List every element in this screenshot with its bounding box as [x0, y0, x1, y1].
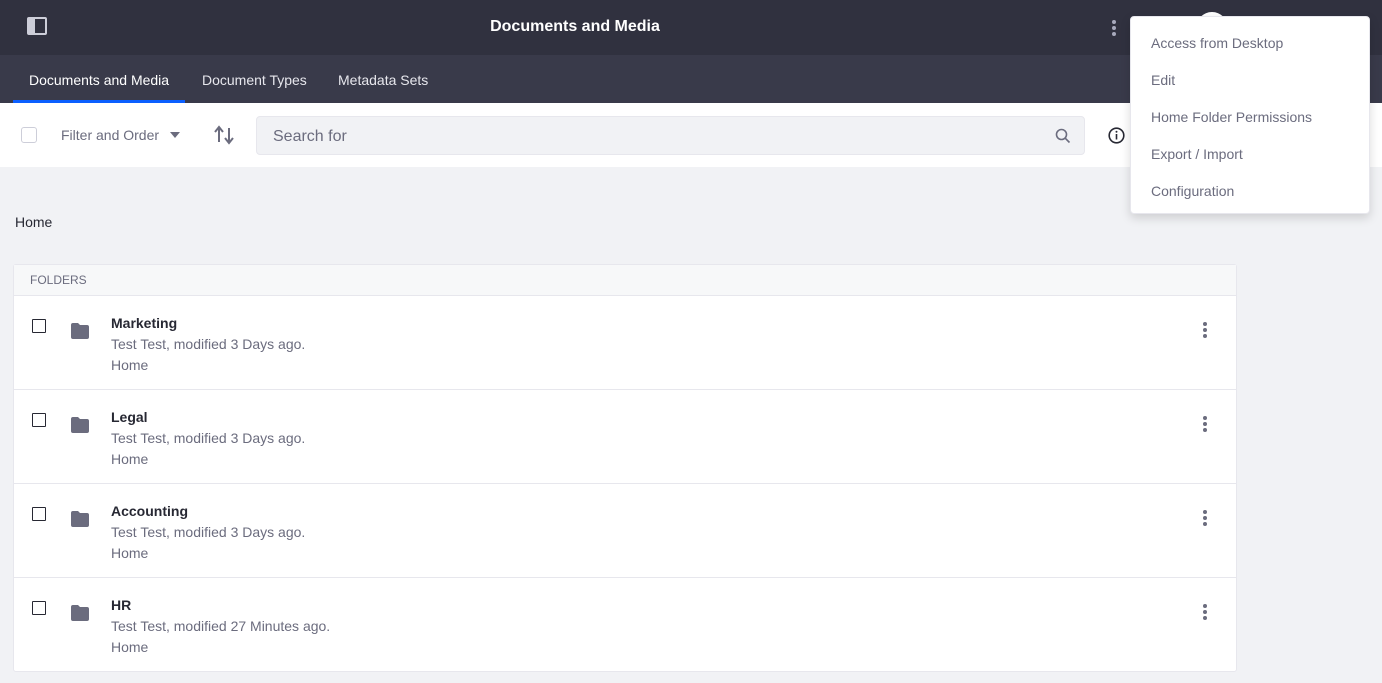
menu-item-export-import[interactable]: Export / Import: [1131, 137, 1369, 174]
options-kebab-icon[interactable]: [1104, 18, 1124, 38]
menu-item-configuration[interactable]: Configuration: [1131, 174, 1369, 211]
folder-location: Home: [111, 639, 149, 655]
row-checkbox[interactable]: [32, 319, 46, 333]
folder-meta: Test Test, modified 3 Days ago.: [111, 524, 306, 540]
folder-icon: [71, 417, 89, 433]
list-item: Marketing Test Test, modified 3 Days ago…: [14, 296, 1236, 390]
folder-meta: Test Test, modified 3 Days ago.: [111, 336, 306, 352]
folder-location: Home: [111, 451, 149, 467]
tab-metadata-sets[interactable]: Metadata Sets: [338, 55, 428, 103]
list-item: HR Test Test, modified 27 Minutes ago. H…: [14, 578, 1236, 672]
menu-item-edit[interactable]: Edit: [1131, 63, 1369, 100]
row-checkbox[interactable]: [32, 507, 46, 521]
menu-item-home-folder-permissions[interactable]: Home Folder Permissions: [1131, 100, 1369, 137]
caret-down-icon[interactable]: [170, 132, 180, 138]
options-dropdown-menu: Access from Desktop Edit Home Folder Per…: [1130, 16, 1370, 214]
folder-name[interactable]: Legal: [111, 409, 148, 425]
row-checkbox[interactable]: [32, 601, 46, 615]
folder-icon: [71, 511, 89, 527]
sort-arrows-icon[interactable]: [212, 123, 236, 147]
menu-item-access-from-desktop[interactable]: Access from Desktop: [1131, 26, 1369, 63]
breadcrumb[interactable]: Home: [15, 214, 52, 230]
search-icon[interactable]: [1055, 128, 1071, 144]
search-input[interactable]: [273, 127, 1033, 147]
row-kebab-icon[interactable]: [1195, 414, 1215, 434]
filter-and-order-button[interactable]: Filter and Order: [61, 127, 159, 143]
list-item: Legal Test Test, modified 3 Days ago. Ho…: [14, 390, 1236, 484]
row-kebab-icon[interactable]: [1195, 508, 1215, 528]
folders-header: FOLDERS: [14, 265, 1236, 296]
row-checkbox[interactable]: [32, 413, 46, 427]
tab-documents-and-media[interactable]: Documents and Media: [13, 55, 186, 103]
folder-meta: Test Test, modified 3 Days ago.: [111, 430, 306, 446]
folder-location: Home: [111, 357, 149, 373]
folder-meta: Test Test, modified 27 Minutes ago.: [111, 618, 331, 634]
select-all-checkbox[interactable]: [21, 127, 37, 143]
row-kebab-icon[interactable]: [1195, 320, 1215, 340]
row-kebab-icon[interactable]: [1195, 602, 1215, 622]
folder-location: Home: [111, 545, 149, 561]
search-box: [256, 116, 1085, 155]
folder-name[interactable]: Marketing: [111, 315, 177, 331]
page-title: Documents and Media: [490, 18, 660, 35]
info-icon[interactable]: [1108, 127, 1125, 144]
folder-name[interactable]: HR: [111, 597, 131, 613]
folder-icon: [71, 323, 89, 339]
tab-document-types[interactable]: Document Types: [202, 55, 307, 103]
folder-icon: [71, 605, 89, 621]
folders-list: FOLDERS Marketing Test Test, modified 3 …: [13, 264, 1237, 672]
folder-name[interactable]: Accounting: [111, 503, 188, 519]
list-item: Accounting Test Test, modified 3 Days ag…: [14, 484, 1236, 578]
